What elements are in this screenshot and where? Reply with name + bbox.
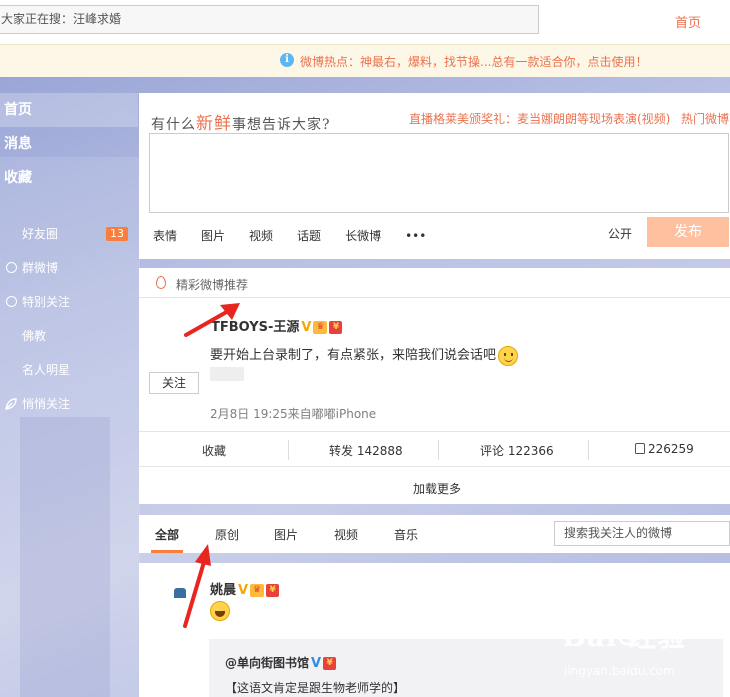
publish-button[interactable]: 发布	[647, 217, 729, 247]
divider	[588, 440, 589, 460]
featured-title: 精彩微博推荐	[176, 278, 249, 292]
notice-link[interactable]: 微博热点：神最右，爆料，找节操...总有一款适合你，点击使用！	[300, 53, 647, 70]
sidebar-item-home[interactable]: 首页	[0, 93, 138, 127]
feed-post-card: 姚晨 V ♛ ¥ @单向街图书馆 V ¥ 【这语文肯定是跟生物老师学的】	[139, 563, 730, 697]
tab-images[interactable]: 图片	[274, 526, 298, 543]
post-action-bar: 收藏 转发 142888 评论 122366 226259	[139, 431, 730, 467]
sidebar-item-favorites[interactable]: 收藏	[0, 161, 138, 195]
topic-tool[interactable]: 话题	[297, 229, 321, 243]
image-placeholder	[210, 367, 244, 381]
favorite-button[interactable]: 收藏	[202, 442, 226, 459]
unread-count-badge: 13	[106, 227, 128, 241]
comment-button[interactable]: 评论 122366	[480, 442, 554, 459]
top-bar: 大家正在搜：汪峰求婚 首页	[0, 0, 730, 44]
featured-header: 精彩微博推荐	[139, 268, 730, 298]
verified-v-icon: V	[301, 320, 312, 335]
visibility-selector[interactable]: 公开	[608, 225, 632, 242]
sidebar-item-label: 好友圈	[22, 227, 59, 241]
sidebar-item-special-follow[interactable]: 特别关注	[0, 285, 138, 319]
tab-music[interactable]: 音乐	[394, 526, 418, 543]
tab-original[interactable]: 原创	[215, 526, 239, 543]
annotation-arrow-icon	[184, 303, 240, 337]
verified-v-icon: V	[238, 583, 249, 598]
like-button[interactable]: 226259	[635, 442, 694, 456]
special-follow-icon	[6, 296, 17, 307]
leaf-icon	[5, 398, 17, 410]
divider	[288, 440, 289, 460]
feed-search-input[interactable]: 搜索我关注人的微博	[554, 521, 730, 546]
sidebar-item-label: 佛教	[22, 329, 47, 343]
compose-textarea[interactable]	[149, 133, 729, 213]
repost-button[interactable]: 转发 142888	[329, 442, 403, 459]
crown-icon: ♛	[313, 321, 328, 334]
tab-all[interactable]: 全部	[155, 526, 179, 543]
sidebar-item-secret-follow[interactable]: 悄悄关注	[0, 387, 138, 421]
post-text: 要开始上台录制了，有点紧张，来陪我们说会话吧	[210, 344, 519, 366]
notice-bar: i 微博热点：神最右，爆料，找节操...总有一款适合你，点击使用！	[0, 44, 730, 77]
left-sidebar: 首页 消息 收藏 好友圈 13 群微博 特别关注 佛教 名人明星 悄悄关注	[0, 93, 138, 421]
sidebar-item-label: 群微博	[22, 261, 59, 275]
long-weibo-tool[interactable]: 长微博	[345, 229, 381, 243]
sidebar-item-messages[interactable]: 消息	[0, 127, 138, 161]
compose-toolbar: 表情 图片 视频 话题 长微博 •••	[153, 227, 450, 244]
sidebar-item-friends-circle[interactable]: 好友圈 13	[0, 217, 138, 251]
fire-icon	[156, 276, 166, 289]
info-icon: i	[280, 53, 294, 67]
sidebar-item-group-weibo[interactable]: 群微博	[0, 251, 138, 285]
post-timestamp[interactable]: 2月8日 19:25来自嘟嘟iPhone	[210, 405, 376, 422]
feed-tab-bar: 全部 原创 图片 视频 音乐 搜索我关注人的微博	[139, 515, 730, 553]
thumbs-up-icon	[635, 443, 645, 454]
emoji-tool[interactable]: 表情	[153, 229, 177, 243]
reposted-content[interactable]: @单向街图书馆 V ¥ 【这语文肯定是跟生物老师学的】	[209, 639, 723, 697]
sidebar-item-label: 名人明星	[22, 363, 71, 377]
sidebar-item-buddhism[interactable]: 佛教	[0, 319, 138, 353]
publisher-card: 有什么新鲜事想告诉大家? 直播格莱美颁奖礼：麦当娜朗朗等现场表演(视频) 热门微…	[139, 93, 730, 259]
sidebar-item-celebrities[interactable]: 名人明星	[0, 353, 138, 387]
tab-videos[interactable]: 视频	[334, 526, 358, 543]
annotation-arrow-icon	[183, 544, 211, 628]
post-author[interactable]: 姚晨 V ♛ ¥	[210, 579, 280, 598]
repost-author[interactable]: @单向街图书馆 V ¥	[225, 654, 337, 671]
verified-blue-v-icon: V	[311, 656, 322, 671]
red-packet-icon: ¥	[266, 584, 280, 597]
group-icon	[6, 262, 17, 273]
load-more-button[interactable]: 加载更多	[413, 480, 461, 497]
more-tools-button[interactable]: •••	[405, 229, 426, 243]
divider	[438, 440, 439, 460]
repost-text: 【这语文肯定是跟生物老师学的】	[225, 681, 406, 695]
video-tool[interactable]: 视频	[249, 229, 273, 243]
sidebar-item-label: 特别关注	[22, 295, 71, 309]
red-packet-icon: ¥	[329, 321, 343, 334]
smiley-emoji-icon	[498, 345, 519, 366]
global-search-input[interactable]: 大家正在搜：汪峰求婚	[0, 5, 539, 34]
hot-weibo-link[interactable]: 热门微博	[681, 110, 729, 127]
sidebar-item-label: 悄悄关注	[22, 397, 71, 411]
image-tool[interactable]: 图片	[201, 229, 225, 243]
red-packet-icon: ¥	[323, 657, 337, 670]
bg-decoration	[20, 417, 110, 697]
follow-button[interactable]: 关注	[149, 372, 199, 394]
publisher-prompt: 有什么新鲜事想告诉大家?	[151, 114, 331, 134]
home-link[interactable]: 首页	[675, 12, 701, 31]
crown-icon: ♛	[250, 584, 265, 597]
hot-topic-link[interactable]: 直播格莱美颁奖礼：麦当娜朗朗等现场表演(视频)	[409, 110, 670, 127]
